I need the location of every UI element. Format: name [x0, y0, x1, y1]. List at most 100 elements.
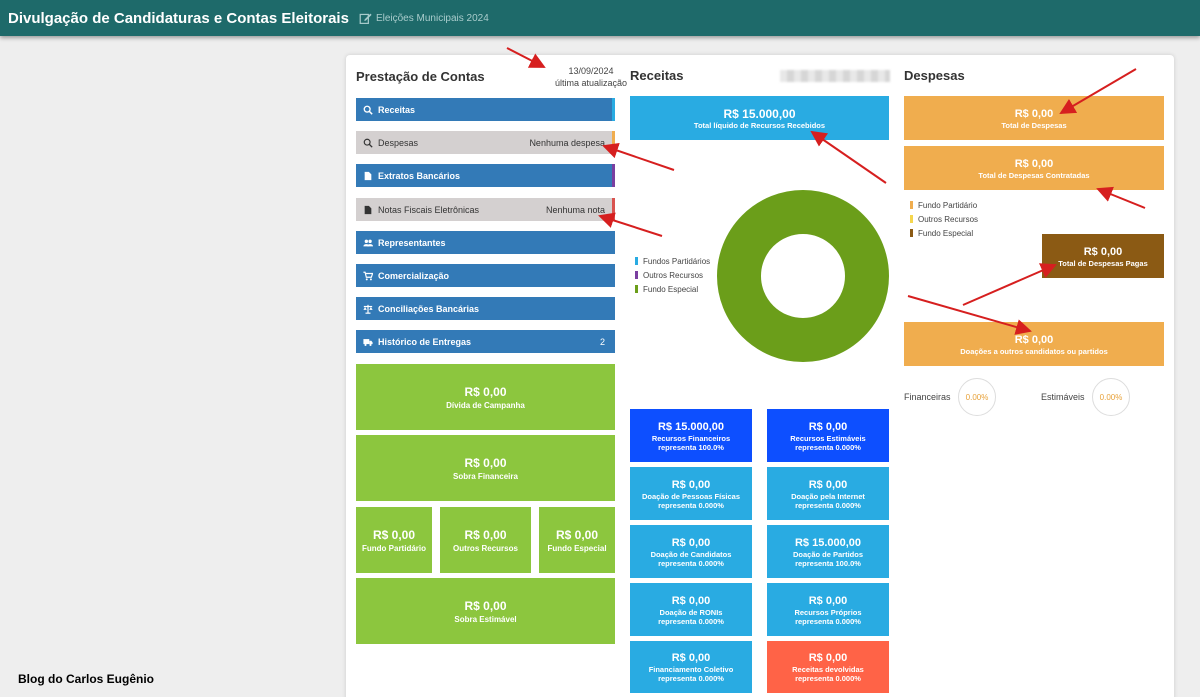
tile-label: Total de Despesas	[1001, 120, 1067, 130]
button-label: Notas Fiscais Eletrônicas	[378, 204, 480, 215]
receita-tile: R$ 15.000,00 Recursos Financeiros repres…	[630, 409, 752, 462]
tile-label: Doação de Partidos	[792, 549, 864, 559]
fundo-partidario-tile: R$ 0,00 Fundo Partidário	[356, 507, 432, 573]
legend-item: Fundos Partidários	[635, 254, 710, 268]
file-icon	[364, 205, 372, 214]
tile-label: Doação de RONIs	[659, 607, 723, 617]
representantes-button[interactable]: Representantes	[356, 231, 615, 254]
receitas-title: Receitas	[630, 68, 684, 83]
tile-percent: representa 100.0%	[658, 442, 724, 452]
sobra-financeira-tile: R$ 0,00 Sobra Financeira	[356, 435, 615, 501]
legend-swatch	[910, 201, 913, 209]
tile-label: Fundo Partidário	[362, 543, 426, 553]
tile-value: R$ 0,00	[1083, 245, 1123, 258]
status-stripe	[612, 164, 615, 187]
estimaveis-label: Estimáveis	[1041, 392, 1085, 402]
gauge-value: 0.00%	[1099, 392, 1123, 402]
tile-label: Financiamento Coletivo	[648, 665, 734, 674]
button-label: Representantes	[378, 237, 446, 248]
tile-label: Fundo Especial	[547, 543, 607, 553]
election-link[interactable]: Eleições Municipais 2024	[359, 12, 489, 25]
button-status: Nenhuma despesa	[529, 137, 605, 148]
tile-value: R$ 15.000,00	[723, 106, 796, 121]
sobra-estimavel-tile: R$ 0,00 Sobra Estimável	[356, 578, 615, 644]
tile-percent: representa 0.000%	[658, 500, 724, 510]
tile-value: R$ 0,00	[464, 384, 507, 399]
tile-percent: representa 100.0%	[795, 558, 861, 568]
tile-label: Total líquido de Recursos Recebidos	[693, 120, 826, 130]
extratos-button[interactable]: Extratos Bancários	[356, 164, 615, 187]
tile-value: R$ 0,00	[555, 527, 599, 542]
comercializacao-button[interactable]: Comercialização	[356, 264, 615, 287]
legend-swatch	[635, 271, 638, 279]
tile-value: R$ 0,00	[808, 420, 848, 433]
prestacao-title: Prestação de Contas	[356, 69, 485, 84]
status-stripe	[612, 98, 615, 121]
receita-tile: R$ 0,00 Doação pela Internet representa …	[767, 467, 889, 520]
receita-tile: R$ 15.000,00 Doação de Partidos represen…	[767, 525, 889, 578]
search-icon	[363, 105, 373, 115]
button-label: Receitas	[378, 104, 416, 115]
tile-label: Sobra Estimável	[454, 614, 517, 624]
tile-label: Recursos Financeiros	[651, 433, 731, 443]
tile-percent: representa 0.000%	[658, 558, 724, 568]
tile-value: R$ 0,00	[808, 594, 848, 607]
receita-tile: R$ 0,00 Recursos Estimáveis representa 0…	[767, 409, 889, 462]
tile-percent: representa 0.000%	[795, 616, 861, 626]
tile-label: Recursos Próprios	[794, 607, 862, 617]
election-label: Eleições Municipais 2024	[375, 12, 489, 24]
button-label: Extratos Bancários	[378, 170, 461, 181]
despesas-button[interactable]: Despesas Nenhuma despesa	[356, 131, 615, 154]
tile-value: R$ 0,00	[1014, 157, 1054, 170]
doacoes-outros-tile: R$ 0,00 Doações a outros candidatos ou p…	[904, 322, 1164, 366]
tile-value: R$ 0,00	[671, 478, 711, 491]
receitas-donut-chart	[717, 190, 889, 362]
redacted-area	[780, 70, 890, 82]
tile-label: Dívida de Campanha	[446, 400, 525, 410]
tile-percent: representa 0.000%	[658, 674, 724, 683]
status-stripe	[612, 131, 615, 154]
receita-tile: R$ 0,00 Receitas devolvidas representa 0…	[767, 641, 889, 693]
tile-value: R$ 0,00	[808, 652, 848, 664]
balance-icon	[363, 304, 373, 314]
historico-button[interactable]: Histórico de Entregas 2	[356, 330, 615, 353]
main-card: Prestação de Contas 13/09/2024 última at…	[346, 55, 1174, 697]
legend-label: Fundos Partidários	[643, 256, 711, 266]
status-stripe	[612, 198, 615, 221]
legend-swatch	[910, 229, 913, 237]
tile-value: R$ 0,00	[671, 536, 711, 549]
tile-value: R$ 0,00	[808, 478, 848, 491]
cart-icon	[363, 271, 373, 280]
legend-item: Fundo Especial	[635, 282, 710, 296]
total-despesas-tile: R$ 0,00 Total de Despesas	[904, 96, 1164, 140]
tile-label: Doações a outros candidatos ou partidos	[960, 346, 1108, 356]
financeiras-gauge: 0.00%	[958, 378, 996, 416]
legend-swatch	[635, 285, 638, 293]
tile-label: Recursos Estimáveis	[790, 433, 866, 443]
tile-value: R$ 0,00	[464, 598, 507, 613]
button-label: Despesas	[378, 137, 419, 148]
tile-value: R$ 0,00	[1014, 107, 1054, 120]
tile-value: R$ 0,00	[372, 527, 416, 542]
tile-percent: representa 0.000%	[658, 616, 724, 626]
notas-fiscais-button[interactable]: Notas Fiscais Eletrônicas Nenhuma nota	[356, 198, 615, 221]
tile-value: R$ 0,00	[464, 455, 507, 470]
legend-swatch	[910, 215, 913, 223]
receita-tile: R$ 0,00 Financiamento Coletivo represent…	[630, 641, 752, 693]
search-icon	[363, 138, 373, 148]
receitas-button[interactable]: Receitas	[356, 98, 615, 121]
receita-tile: R$ 0,00 Doação de RONIs representa 0.000…	[630, 583, 752, 636]
despesas-legend: Fundo Partidário Outros Recursos Fundo E…	[910, 198, 978, 240]
button-status: Nenhuma nota	[545, 204, 605, 215]
legend-label: Outros Recursos	[918, 214, 979, 224]
truck-icon	[363, 338, 373, 346]
legend-item: Fundo Especial	[910, 226, 978, 240]
button-label: Histórico de Entregas	[378, 336, 472, 347]
file-icon	[364, 171, 372, 180]
tile-value: R$ 0,00	[1014, 333, 1054, 346]
conciliacoes-button[interactable]: Conciliações Bancárias	[356, 297, 615, 320]
tile-label: Total de Despesas Pagas	[1058, 258, 1148, 268]
gauge-value: 0.00%	[965, 392, 989, 402]
receita-tile: R$ 0,00 Recursos Próprios representa 0.0…	[767, 583, 889, 636]
receita-tile: R$ 0,00 Doação de Pessoas Físicas repres…	[630, 467, 752, 520]
